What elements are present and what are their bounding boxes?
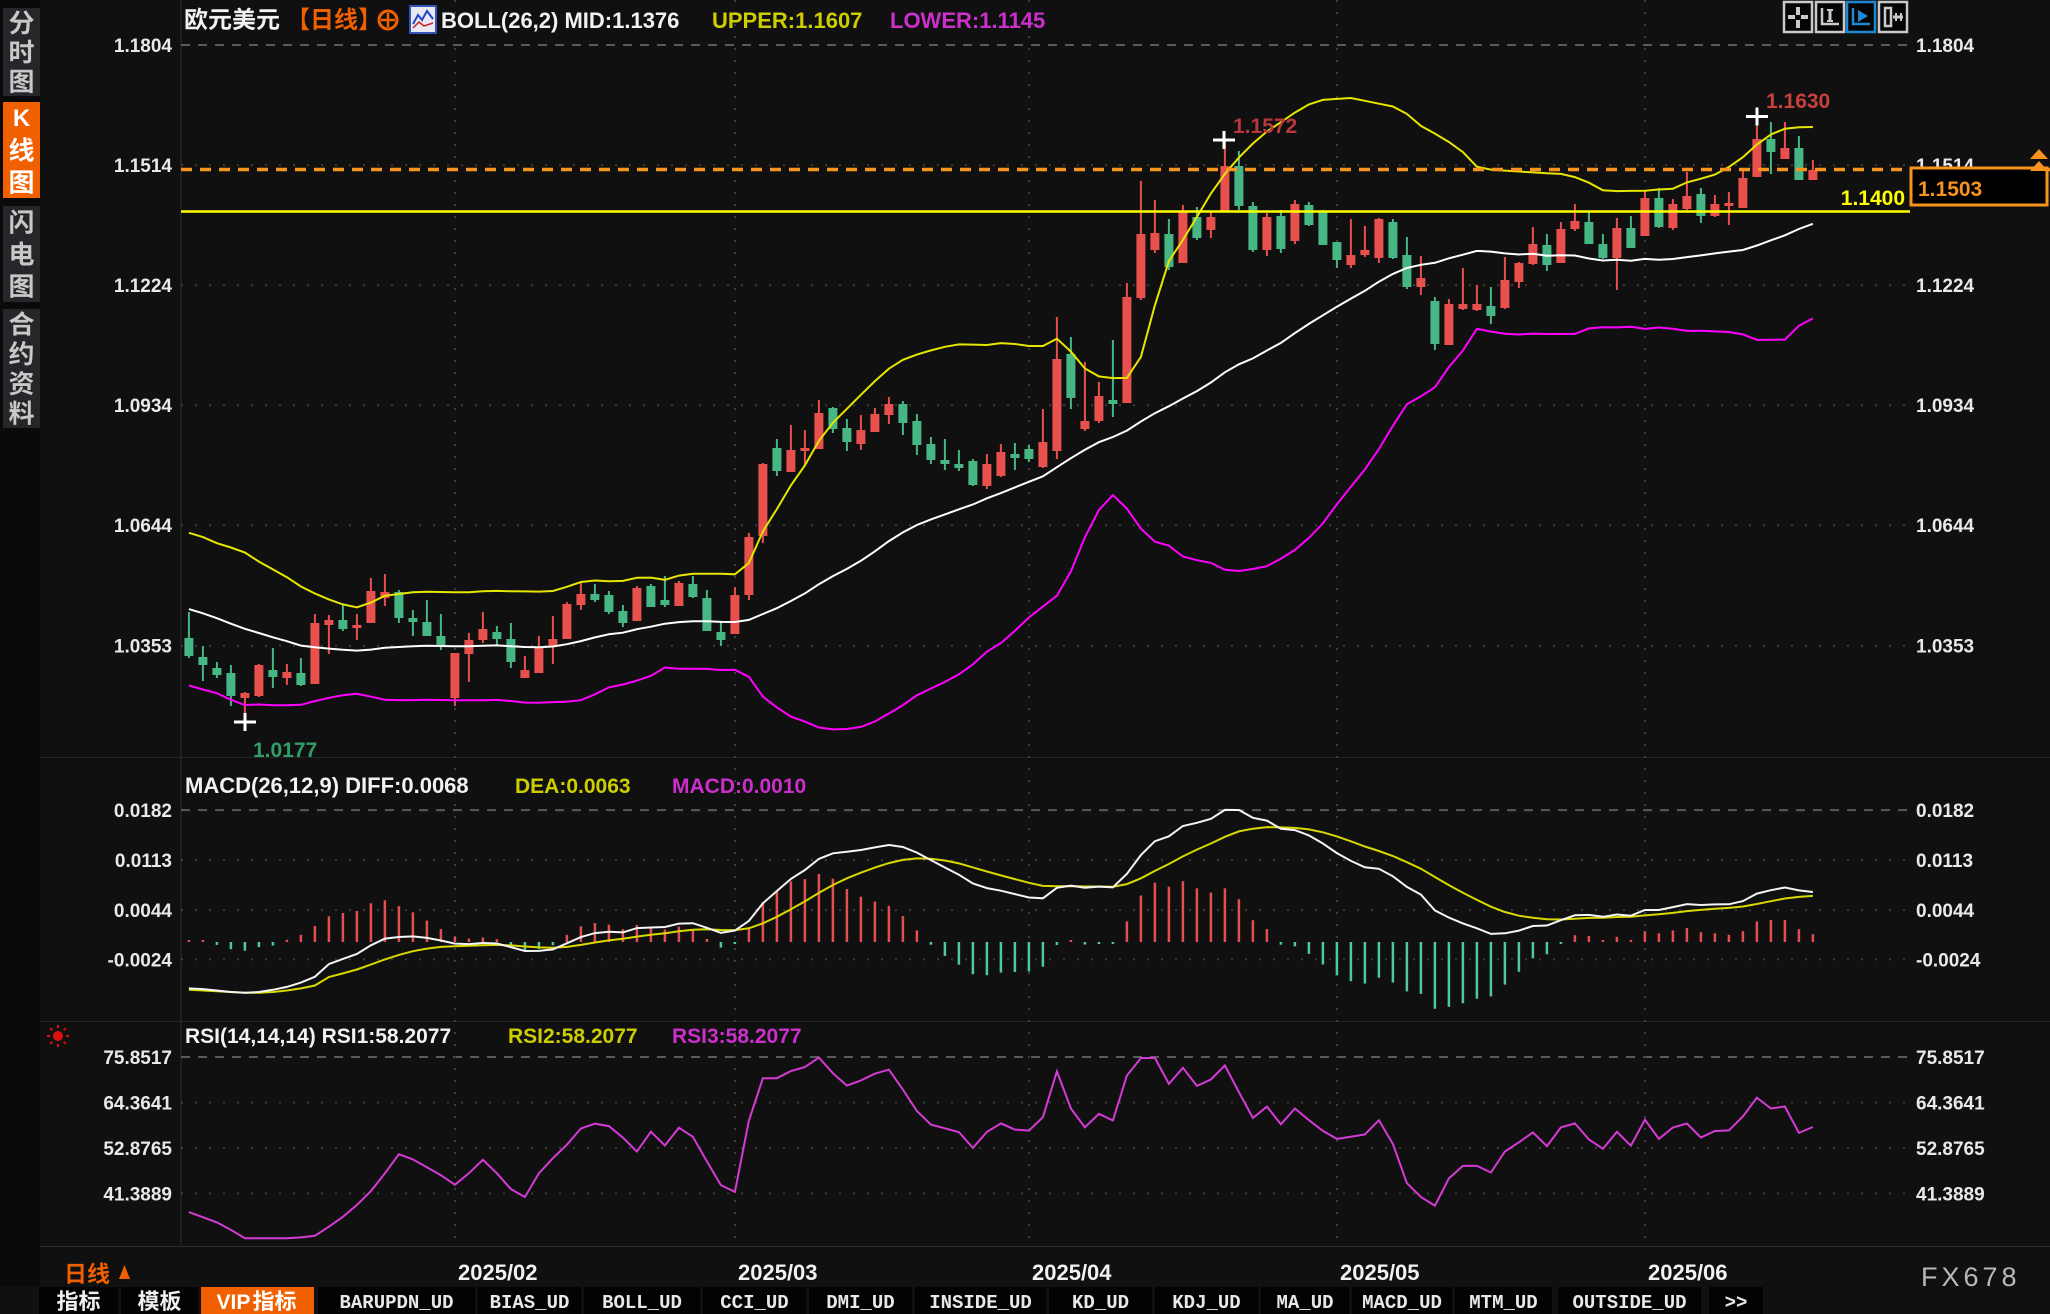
svg-text:1.1400: 1.1400 bbox=[1841, 187, 1905, 210]
svg-text:-0.0024: -0.0024 bbox=[108, 950, 173, 971]
svg-text:1.1804: 1.1804 bbox=[114, 36, 173, 57]
svg-text:2025/05: 2025/05 bbox=[1340, 1260, 1420, 1285]
svg-text:1.0934: 1.0934 bbox=[1916, 396, 1975, 417]
svg-text:1.0644: 1.0644 bbox=[114, 516, 173, 537]
svg-text:2025/02: 2025/02 bbox=[458, 1260, 538, 1285]
svg-text:UPPER:1.1607: UPPER:1.1607 bbox=[712, 8, 862, 33]
svg-text:0.0182: 0.0182 bbox=[114, 801, 172, 822]
svg-text:1.0644: 1.0644 bbox=[1916, 516, 1975, 537]
svg-text:BIAS_UD: BIAS_UD bbox=[490, 1292, 570, 1314]
svg-text:75.8517: 75.8517 bbox=[103, 1048, 172, 1069]
svg-text:0.0113: 0.0113 bbox=[1916, 851, 1973, 872]
svg-text:>>: >> bbox=[1725, 1292, 1748, 1314]
svg-text:41.3889: 41.3889 bbox=[1916, 1185, 1985, 1206]
svg-text:1.0353: 1.0353 bbox=[114, 637, 172, 658]
svg-text:75.8517: 75.8517 bbox=[1916, 1048, 1985, 1069]
svg-text:52.8765: 52.8765 bbox=[1916, 1139, 1985, 1160]
svg-text:0.0044: 0.0044 bbox=[1916, 901, 1975, 922]
svg-text:MTM_UD: MTM_UD bbox=[1469, 1292, 1537, 1314]
svg-text:LOWER:1.1145: LOWER:1.1145 bbox=[890, 8, 1045, 33]
svg-text:KDJ_UD: KDJ_UD bbox=[1172, 1292, 1240, 1314]
svg-text:RSI2:58.2077: RSI2:58.2077 bbox=[508, 1025, 638, 1048]
svg-text:0.0044: 0.0044 bbox=[114, 901, 173, 922]
svg-text:1.1224: 1.1224 bbox=[1916, 276, 1975, 297]
svg-text:BARUPDN_UD: BARUPDN_UD bbox=[339, 1292, 453, 1314]
svg-text:RSI3:58.2077: RSI3:58.2077 bbox=[672, 1025, 802, 1048]
svg-text:1.0177: 1.0177 bbox=[253, 739, 317, 762]
svg-text:2025/04: 2025/04 bbox=[1032, 1260, 1112, 1285]
svg-text:INSIDE_UD: INSIDE_UD bbox=[929, 1292, 1032, 1314]
svg-text:0.0182: 0.0182 bbox=[1916, 801, 1974, 822]
svg-text:64.3641: 64.3641 bbox=[1916, 1094, 1985, 1115]
svg-text:CCI_UD: CCI_UD bbox=[720, 1292, 788, 1314]
svg-text:OUTSIDE_UD: OUTSIDE_UD bbox=[1572, 1292, 1686, 1314]
svg-text:1.1224: 1.1224 bbox=[114, 276, 173, 297]
svg-text:1.1514: 1.1514 bbox=[114, 156, 173, 177]
svg-text:MACD(26,12,9) DIFF:0.0068: MACD(26,12,9) DIFF:0.0068 bbox=[185, 773, 469, 798]
svg-text:MACD_UD: MACD_UD bbox=[1362, 1292, 1442, 1314]
svg-text:1.1630: 1.1630 bbox=[1766, 90, 1830, 113]
svg-text:VIP: VIP bbox=[217, 1291, 251, 1314]
svg-text:1.0934: 1.0934 bbox=[114, 396, 173, 417]
svg-text:2025/06: 2025/06 bbox=[1648, 1260, 1728, 1285]
svg-text:KD_UD: KD_UD bbox=[1072, 1292, 1129, 1314]
svg-text:1.0353: 1.0353 bbox=[1916, 637, 1974, 658]
svg-text:DMI_UD: DMI_UD bbox=[826, 1292, 894, 1314]
svg-text:1.1503: 1.1503 bbox=[1918, 178, 1982, 201]
svg-text:FX678: FX678 bbox=[1921, 1262, 2021, 1292]
svg-text:MA_UD: MA_UD bbox=[1276, 1292, 1333, 1314]
svg-text:RSI(14,14,14) RSI1:58.2077: RSI(14,14,14) RSI1:58.2077 bbox=[185, 1025, 451, 1048]
svg-text:1.1572: 1.1572 bbox=[1233, 115, 1297, 138]
svg-text:52.8765: 52.8765 bbox=[103, 1139, 172, 1160]
svg-text:K: K bbox=[13, 105, 31, 132]
svg-text:2025/03: 2025/03 bbox=[738, 1260, 818, 1285]
svg-text:0.0113: 0.0113 bbox=[115, 851, 172, 872]
svg-text:BOLL(26,2) MID:1.1376: BOLL(26,2) MID:1.1376 bbox=[441, 8, 679, 33]
svg-text:DEA:0.0063: DEA:0.0063 bbox=[515, 775, 631, 798]
svg-text:-0.0024: -0.0024 bbox=[1916, 950, 1981, 971]
svg-text:1.1804: 1.1804 bbox=[1916, 36, 1975, 57]
svg-text:41.3889: 41.3889 bbox=[103, 1185, 172, 1206]
svg-text:BOLL_UD: BOLL_UD bbox=[602, 1292, 682, 1314]
svg-text:64.3641: 64.3641 bbox=[103, 1094, 172, 1115]
svg-text:MACD:0.0010: MACD:0.0010 bbox=[672, 775, 806, 798]
